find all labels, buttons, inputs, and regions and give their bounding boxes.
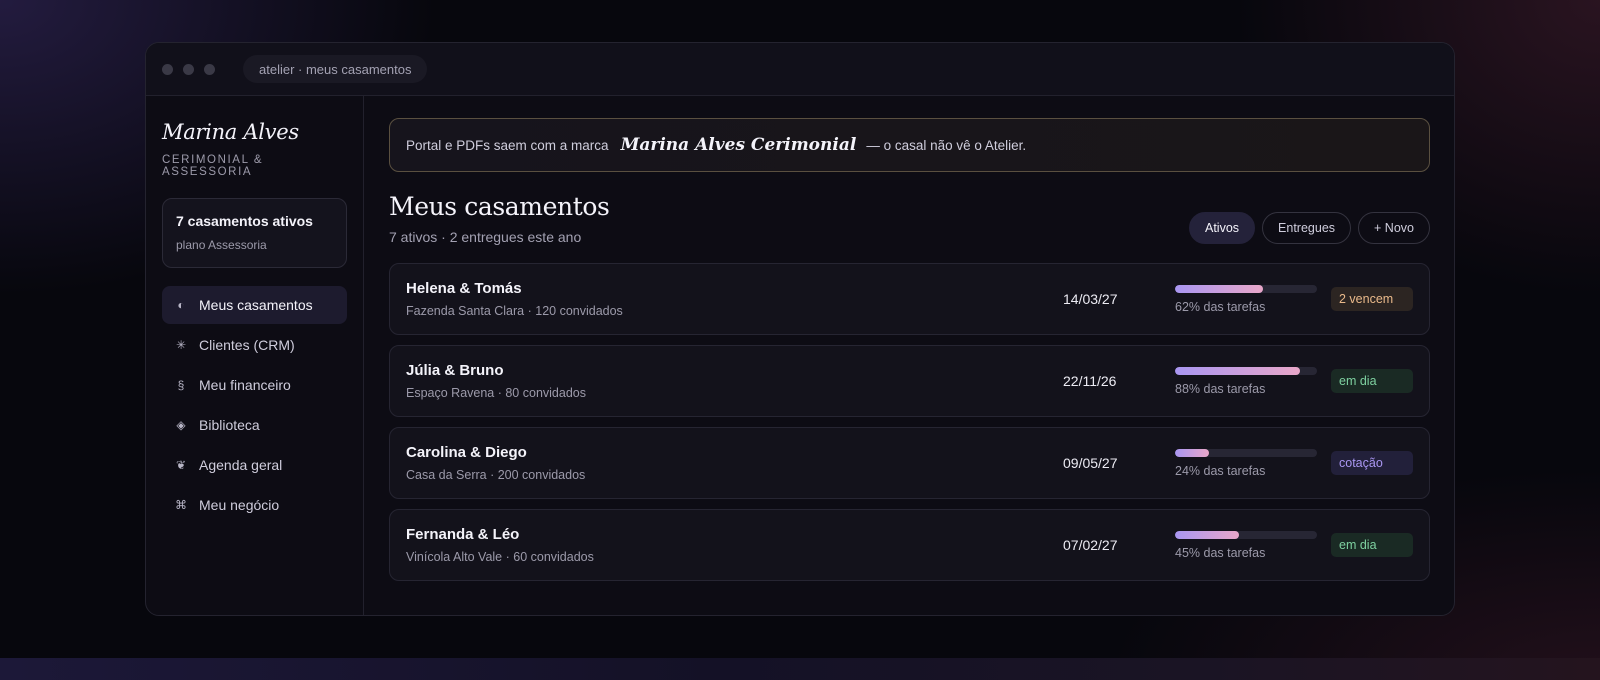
window-maximize-dot[interactable] [204, 63, 215, 75]
sidebar: Marina Alves CERIMONIAL & ASSESSORIA 7 c… [146, 96, 364, 615]
banner-prefix: Portal e PDFs saem com a marca [406, 137, 609, 153]
sidebar-item-meu-financeiro[interactable]: § Meu financeiro [162, 366, 347, 404]
status-badge: cotação [1331, 451, 1413, 475]
sidebar-item-clientes-crm[interactable]: ✳ Clientes (CRM) [162, 326, 347, 364]
new-wedding-button[interactable]: + Novo [1358, 212, 1430, 244]
filter-entregues-button[interactable]: Entregues [1262, 212, 1352, 244]
brand-subtitle: CERIMONIAL & ASSESSORIA [162, 154, 264, 178]
main-content: Portal e PDFs saem com a marca Marina Al… [364, 96, 1454, 615]
progress-label: 24% das tarefas [1175, 463, 1266, 478]
asterisk-icon: ✳ [175, 338, 187, 352]
sidebar-nav: ◐ Meus casamentos ✳ Clientes (CRM) § Meu fina… [162, 286, 347, 524]
banner-brand: Marina Alves Cerimonial [620, 135, 857, 155]
status-badge: em dia [1331, 369, 1413, 393]
wedding-row[interactable]: Carolina & Diego Casa da Serra · 200 conv… [389, 427, 1430, 499]
task-progress: 24% das tarefas [1175, 448, 1317, 478]
sidebar-item-agenda-geral[interactable]: ❦ Agenda geral [162, 446, 347, 484]
venue-details: Fazenda Santa Clara · 120 convidados [406, 304, 623, 318]
sidebar-item-meu-neg-cio[interactable]: ⌘ Meu negócio [162, 486, 347, 524]
plan-title: 7 casamentos ativos [176, 213, 313, 229]
plan-subtitle: plano Assessoria [176, 238, 267, 252]
wedding-row[interactable]: Helena & Tomás Fazenda Santa Clara · 120 … [389, 263, 1430, 335]
wedding-info: Fernanda & Léo Vinícola Alto Vale · 60 co… [406, 526, 1063, 564]
task-progress: 62% das tarefas [1175, 284, 1317, 314]
couple-name: Júlia & Bruno [406, 362, 504, 379]
wedding-row[interactable]: Fernanda & Léo Vinícola Alto Vale · 60 co… [389, 509, 1430, 581]
status-badge: 2 vencem [1331, 287, 1413, 311]
wedding-info: Júlia & Bruno Espaço Ravena · 80 convidad… [406, 362, 1063, 400]
progress-fill [1175, 448, 1210, 457]
window-close-dot[interactable] [162, 63, 173, 75]
sidebar-item-label: Meu negócio [199, 497, 280, 513]
sidebar-item-label: Meus casamentos [199, 297, 313, 313]
diamond-icon: ◈ [176, 418, 186, 432]
wedding-date: 07/02/27 [1063, 537, 1118, 553]
venue-details: Vinícola Alto Vale · 60 convidados [406, 550, 594, 564]
brand-banner: Portal e PDFs saem com a marca Marina Al… [389, 118, 1430, 172]
page-subtitle: 7 ativos · 2 entregues este ano [389, 229, 582, 245]
sidebar-item-meus-casamentos[interactable]: ◐ Meus casamentos [162, 286, 347, 324]
status-badge: em dia [1331, 533, 1413, 557]
couple-name: Carolina & Diego [406, 444, 527, 461]
window-minimize-dot[interactable] [183, 63, 194, 75]
venue-details: Casa da Serra · 200 convidados [406, 468, 586, 482]
sidebar-item-label: Biblioteca [199, 417, 260, 433]
filter-ativos-button[interactable]: Ativos [1189, 212, 1256, 244]
wedding-date: 14/03/27 [1063, 291, 1118, 307]
plan-card: 7 casamentos ativos plano Assessoria [162, 198, 347, 268]
sidebar-item-label: Clientes (CRM) [199, 337, 295, 353]
progress-fill [1175, 530, 1239, 539]
banner-suffix: — o casal não vê o Atelier. [866, 137, 1027, 153]
title-bar: atelier · meus casamentos [146, 43, 1454, 96]
wedding-date: 22/11/26 [1063, 373, 1117, 389]
progress-track [1175, 530, 1317, 539]
wedding-list: Helena & Tomás Fazenda Santa Clara · 120 … [389, 263, 1430, 581]
progress-track [1175, 284, 1317, 293]
progress-track [1175, 448, 1317, 457]
section-icon: § [177, 378, 185, 392]
progress-track [1175, 366, 1317, 375]
floral-heart-icon: ❦ [175, 458, 187, 472]
progress-fill [1175, 284, 1264, 293]
brand-name: Marina Alves [162, 120, 299, 144]
wedding-row[interactable]: Júlia & Bruno Espaço Ravena · 80 convidad… [389, 345, 1430, 417]
progress-label: 62% das tarefas [1175, 299, 1266, 314]
app-window: atelier · meus casamentos Marina Alves C… [145, 42, 1455, 616]
sidebar-item-label: Meu financeiro [199, 377, 291, 393]
couple-name: Helena & Tomás [406, 280, 522, 297]
sidebar-item-biblioteca[interactable]: ◈ Biblioteca [162, 406, 347, 444]
background-strip [0, 658, 1600, 680]
wedding-info: Carolina & Diego Casa da Serra · 200 conv… [406, 444, 1063, 482]
address-pill: atelier · meus casamentos [243, 55, 428, 83]
task-progress: 88% das tarefas [1175, 366, 1317, 396]
progress-label: 88% das tarefas [1175, 381, 1266, 396]
command-icon: ⌘ [175, 498, 187, 512]
sidebar-item-label: Agenda geral [199, 457, 283, 473]
filter-group: Ativos Entregues + Novo [1189, 212, 1430, 244]
page-title: Meus casamentos [389, 192, 610, 221]
progress-fill [1175, 366, 1300, 375]
wedding-date: 09/05/27 [1063, 455, 1118, 471]
progress-label: 45% das tarefas [1175, 545, 1266, 560]
task-progress: 45% das tarefas [1175, 530, 1317, 560]
wedding-info: Helena & Tomás Fazenda Santa Clara · 120 … [406, 280, 1063, 318]
half-circle-icon: ◐ [177, 298, 185, 312]
couple-name: Fernanda & Léo [406, 526, 520, 543]
venue-details: Espaço Ravena · 80 convidados [406, 386, 586, 400]
